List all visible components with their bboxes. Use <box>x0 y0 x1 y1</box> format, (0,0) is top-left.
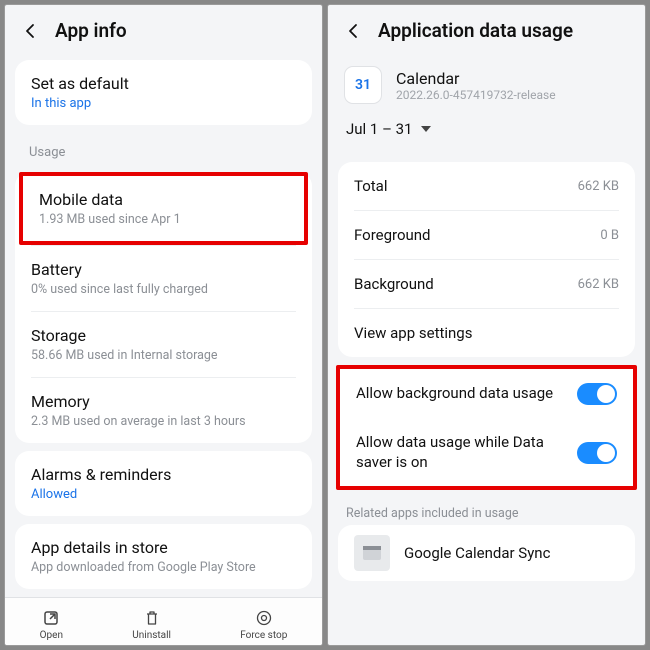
header: Application data usage <box>328 5 645 52</box>
usage-card: Mobile data 1.93 MB used since Apr 1 Bat… <box>15 172 312 443</box>
battery-row[interactable]: Battery 0% used since last fully charged <box>15 246 312 311</box>
alarms-title: Alarms & reminders <box>31 465 296 484</box>
allow-background-label: Allow background data usage <box>356 384 553 404</box>
storage-row[interactable]: Storage 58.66 MB used in Internal storag… <box>15 312 312 377</box>
total-row: Total 662 KB <box>338 162 635 210</box>
uninstall-button[interactable]: Uninstall <box>132 608 171 641</box>
app-name: Calendar <box>396 69 556 88</box>
background-label: Background <box>354 275 434 293</box>
mobile-data-title: Mobile data <box>39 190 288 209</box>
set-as-default-row[interactable]: Set as default In this app <box>15 60 312 125</box>
app-version: 2022.26.0-457419732-release <box>396 88 556 102</box>
app-details-sub: App downloaded from Google Play Store <box>31 560 296 575</box>
related-app-row[interactable]: Google Calendar Sync <box>338 525 635 581</box>
battery-title: Battery <box>31 260 296 279</box>
allow-background-toggle[interactable] <box>577 383 617 405</box>
foreground-value: 0 B <box>600 228 619 243</box>
foreground-row: Foreground 0 B <box>338 211 635 259</box>
chevron-down-icon <box>421 126 431 132</box>
memory-sub: 2.3 MB used on average in last 3 hours <box>31 414 296 429</box>
date-range-dropdown[interactable]: Jul 1 – 31 <box>328 110 645 154</box>
view-app-settings-row[interactable]: View app settings <box>338 309 635 357</box>
uninstall-label: Uninstall <box>132 630 171 641</box>
page-title: Application data usage <box>378 19 573 42</box>
calendar-icon-number: 31 <box>355 77 371 93</box>
date-range-label: Jul 1 – 31 <box>346 120 413 138</box>
set-as-default-sub: In this app <box>31 96 296 111</box>
force-stop-button[interactable]: Force stop <box>240 608 287 641</box>
usage-stats-card: Total 662 KB Foreground 0 B Background 6… <box>338 162 635 357</box>
alarms-sub: Allowed <box>31 487 296 502</box>
mobile-data-sub: 1.93 MB used since Apr 1 <box>39 212 288 227</box>
calendar-icon: 31 <box>344 66 382 104</box>
open-button[interactable]: Open <box>40 608 63 641</box>
set-as-default-title: Set as default <box>31 74 296 93</box>
total-value: 662 KB <box>578 179 619 194</box>
allow-datasaver-label: Allow data usage while Data saver is on <box>356 433 556 472</box>
total-label: Total <box>354 177 388 195</box>
app-details-title: App details in store <box>31 538 296 557</box>
memory-row[interactable]: Memory 2.3 MB used on average in last 3 … <box>15 378 312 443</box>
allow-datasaver-row[interactable]: Allow data usage while Data saver is on <box>340 419 633 486</box>
view-app-settings-label: View app settings <box>354 324 472 342</box>
storage-sub: 58.66 MB used in Internal storage <box>31 348 296 363</box>
background-value: 662 KB <box>578 277 619 292</box>
memory-title: Memory <box>31 392 296 411</box>
allow-background-row[interactable]: Allow background data usage <box>340 369 633 419</box>
scroll-area[interactable]: 31 Calendar 2022.26.0-457419732-release … <box>328 52 645 645</box>
back-icon[interactable] <box>19 20 41 42</box>
scroll-area[interactable]: Set as default In this app Usage Mobile … <box>5 52 322 597</box>
open-label: Open <box>40 630 63 641</box>
open-icon <box>41 608 61 628</box>
force-stop-icon <box>254 608 274 628</box>
related-apps-label: Related apps included in usage <box>328 496 645 525</box>
back-icon[interactable] <box>342 20 364 42</box>
header: App info <box>5 5 322 52</box>
related-app-name: Google Calendar Sync <box>404 544 550 562</box>
left-screen: App info Set as default In this app Usag… <box>4 4 323 646</box>
storage-title: Storage <box>31 326 296 345</box>
allow-datasaver-toggle[interactable] <box>577 442 617 464</box>
foreground-label: Foreground <box>354 226 431 244</box>
force-stop-label: Force stop <box>240 630 287 641</box>
app-details-row[interactable]: App details in store App downloaded from… <box>15 524 312 589</box>
usage-section-label: Usage <box>5 133 322 164</box>
mobile-data-row[interactable]: Mobile data 1.93 MB used since Apr 1 <box>23 176 304 241</box>
right-screen: Application data usage 31 Calendar 2022.… <box>327 4 646 646</box>
trash-icon <box>142 608 162 628</box>
sync-icon <box>354 535 390 571</box>
battery-sub: 0% used since last fully charged <box>31 282 296 297</box>
bottom-toolbar: Open Uninstall Force stop <box>5 597 322 645</box>
app-header: 31 Calendar 2022.26.0-457419732-release <box>328 52 645 110</box>
alarms-row[interactable]: Alarms & reminders Allowed <box>15 451 312 516</box>
background-row: Background 662 KB <box>338 260 635 308</box>
page-title: App info <box>55 19 127 42</box>
